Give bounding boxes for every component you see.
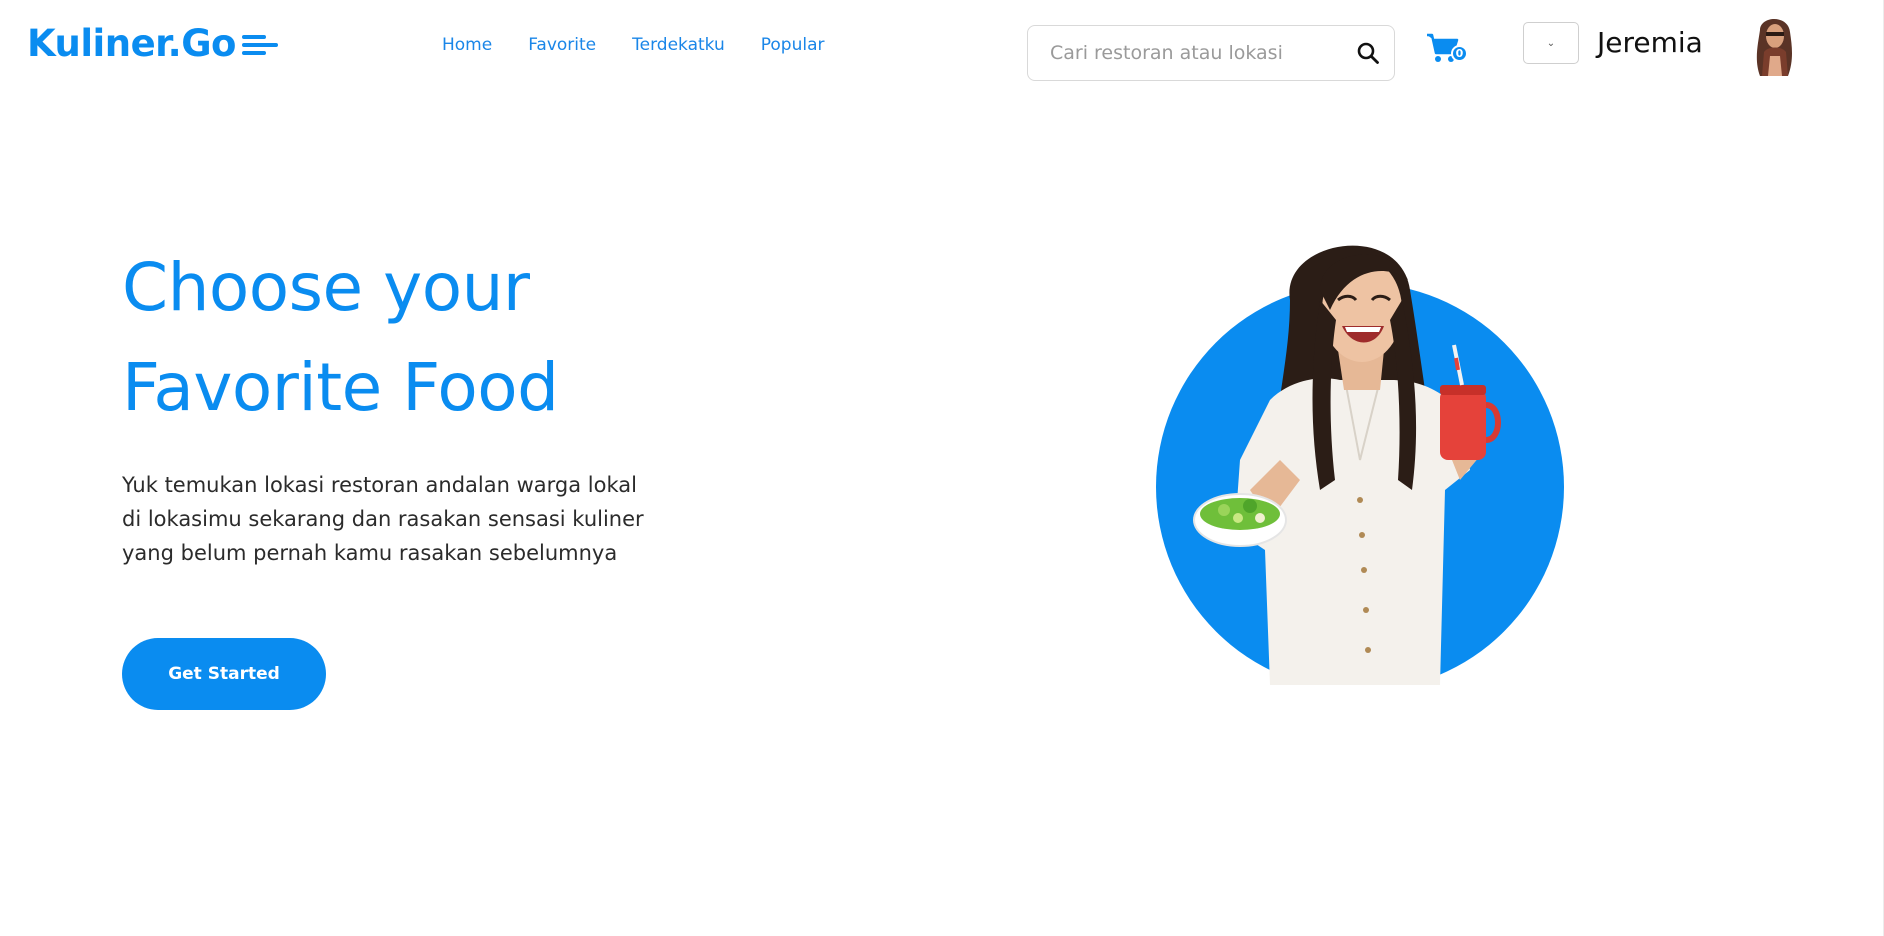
nav-favorite[interactable]: Favorite	[528, 33, 596, 57]
cart-button[interactable]: 0	[1425, 31, 1471, 67]
hero-title: Choose your Favorite Food	[122, 238, 762, 438]
cart-count-badge: 0	[1451, 45, 1468, 62]
get-started-button[interactable]: Get Started	[122, 638, 326, 710]
user-menu-dropdown[interactable]: ⌄	[1523, 22, 1579, 64]
nav-home[interactable]: Home	[442, 33, 492, 57]
chevron-down-icon: ⌄	[1546, 37, 1556, 49]
logo-text: Kuliner.Go	[27, 21, 236, 65]
search-box	[1027, 25, 1395, 81]
nav-terdekatku[interactable]: Terdekatku	[632, 33, 725, 57]
search-input[interactable]	[1050, 42, 1342, 64]
hero-description-line-2: di lokasimu sekarang dan rasakan sensasi…	[122, 507, 644, 531]
nav-popular[interactable]: Popular	[761, 33, 825, 57]
main-nav: Home Favorite Terdekatku Popular	[442, 33, 861, 57]
hero-title-line-2: Favorite Food	[122, 349, 559, 426]
page: Kuliner.Go Home Favorite Terdekatku Popu…	[0, 0, 1884, 936]
hero-description-line-3: yang belum pernah kamu rasakan sebelumny…	[122, 541, 618, 565]
hero-description-line-1: Yuk temukan lokasi restoran andalan warg…	[122, 473, 637, 497]
hero-description: Yuk temukan lokasi restoran andalan warg…	[122, 468, 722, 570]
search-icon[interactable]	[1342, 26, 1394, 80]
avatar[interactable]	[1748, 12, 1800, 76]
logo-speed-lines-icon	[241, 35, 278, 55]
user-name: Jeremia	[1597, 26, 1703, 59]
logo[interactable]: Kuliner.Go	[27, 20, 278, 66]
hero-title-line-1: Choose your	[122, 249, 530, 326]
hero-illustration	[1140, 230, 1600, 695]
